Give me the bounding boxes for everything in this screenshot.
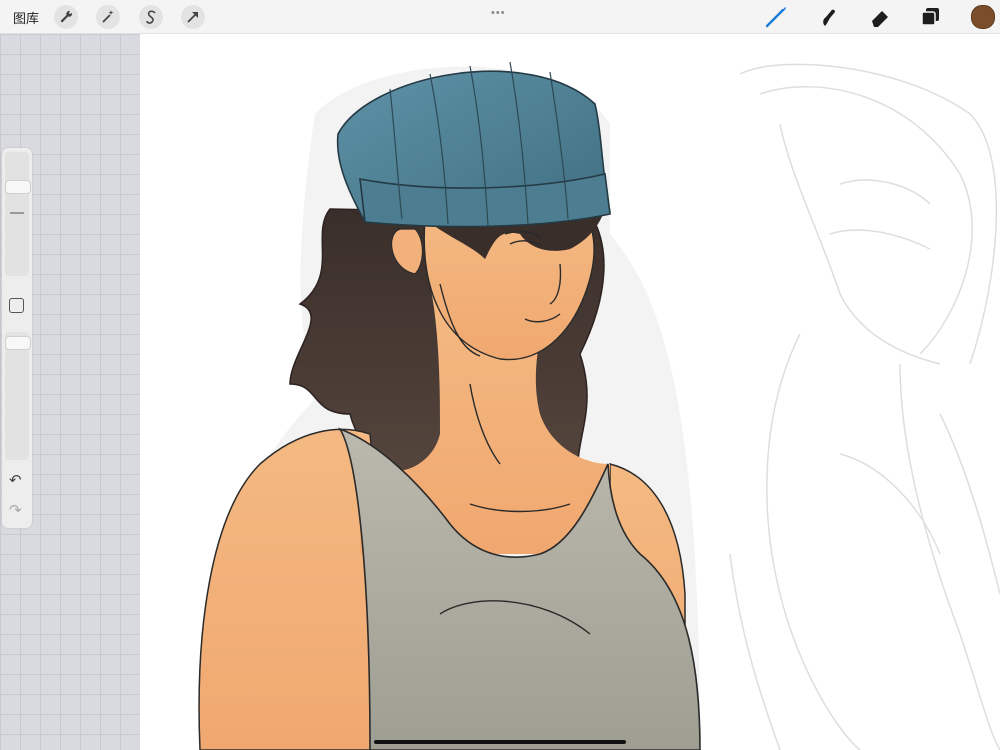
opacity-slider[interactable] [5,332,29,460]
color-picker-swatch[interactable] [971,5,995,29]
sidebar: ↶ ↷ [2,148,32,528]
brush-size-slider-handle[interactable] [5,180,31,194]
background-sketch [729,63,1000,750]
undo-icon[interactable]: ↶ [9,471,22,489]
slider-marker [10,212,24,214]
layers-icon[interactable] [918,4,944,30]
home-indicator[interactable] [374,740,626,744]
brush-size-slider[interactable] [5,152,29,276]
wrench-icon[interactable] [54,5,78,29]
eraser-icon[interactable] [867,4,893,30]
magic-wand-icon[interactable] [96,5,120,29]
selection-s-icon[interactable] [139,5,163,29]
redo-icon[interactable]: ↷ [9,501,22,519]
more-options-icon[interactable]: ••• [491,7,506,19]
artwork-illustration [198,61,1000,750]
transform-arrow-icon[interactable] [181,5,205,29]
top-toolbar: 图库 ••• [0,0,1000,34]
modify-button[interactable] [9,298,24,313]
opacity-slider-handle[interactable] [5,336,31,350]
brush-icon[interactable] [763,4,789,30]
smudge-icon[interactable] [815,4,841,30]
drawing-canvas[interactable] [140,34,1000,750]
gallery-button[interactable]: 图库 [13,8,39,27]
